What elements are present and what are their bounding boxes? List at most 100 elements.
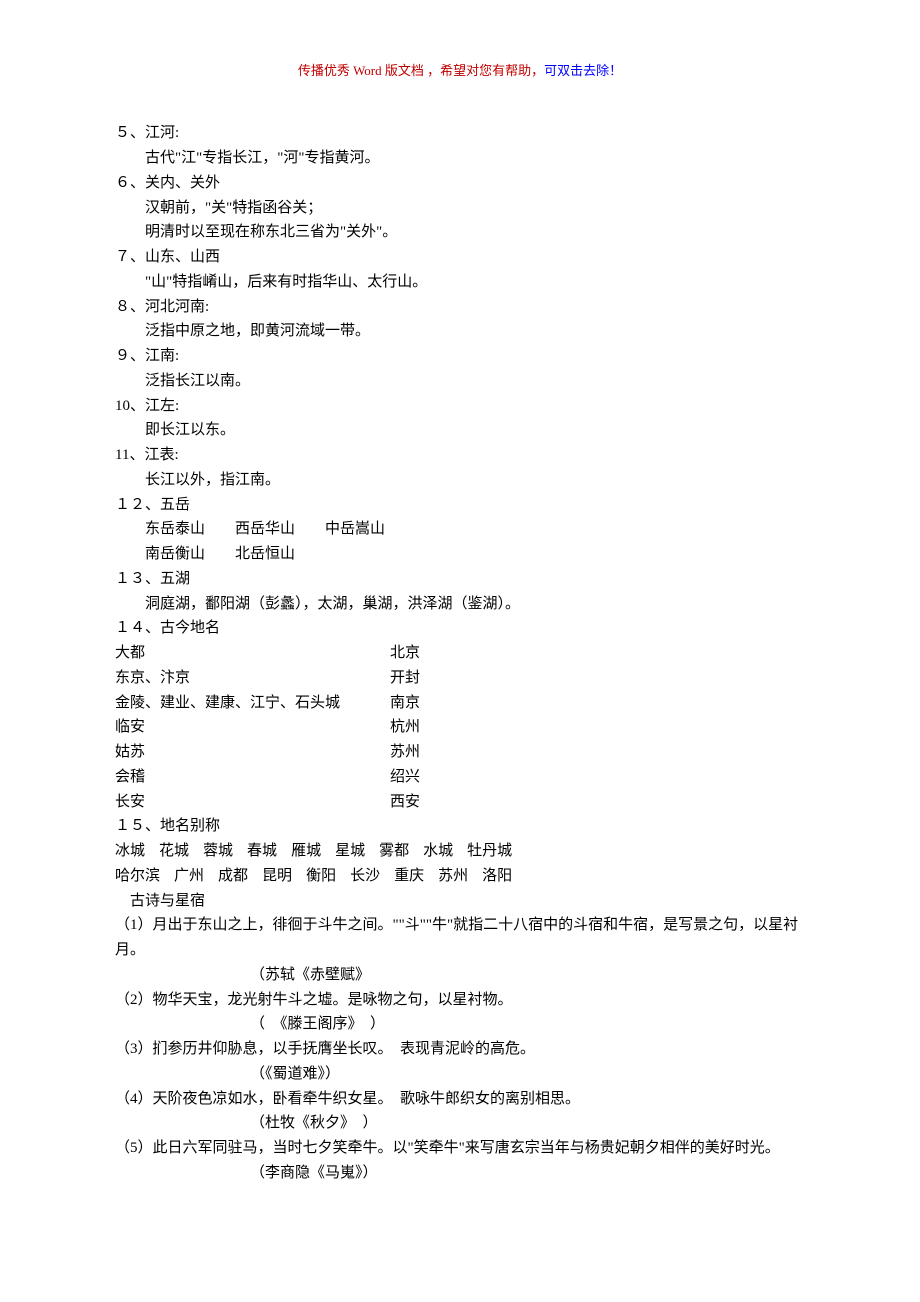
alias-city: 洛阳: [482, 864, 512, 889]
entry-title: 江表:: [144, 443, 178, 468]
poem-source: （李商隐《马嵬》）: [115, 1161, 805, 1186]
place-row: 会稽绍兴: [115, 765, 805, 790]
page-header: 传播优秀 Word 版文档 ，希望对您有帮助，可双击去除！: [115, 60, 805, 81]
entry-7: ７、山东、山西 "山"特指崤山，后来有时指华山、太行山。: [115, 245, 805, 295]
entry-title: 关内、关外: [145, 171, 220, 196]
entry-line: 泛指长江以南。: [115, 369, 805, 394]
entry-14: １４、古今地名: [115, 616, 805, 641]
poem-entry: （2）物华天宝，龙光射牛斗之墟。是咏物之句，以星衬物。: [115, 988, 805, 1013]
alias-city: 长沙: [350, 864, 380, 889]
poem-source: （《蜀道难》）: [115, 1062, 805, 1087]
header-text-1: 传播优秀 Word 版文档 ，希望对您有帮助，: [298, 63, 544, 78]
entry-title: 江左:: [145, 394, 179, 419]
place-row: 长安西安: [115, 790, 805, 815]
entry-title: 江南:: [145, 344, 179, 369]
entry-line: "山"特指崤山，后来有时指华山、太行山。: [115, 270, 805, 295]
place-new: 南京: [390, 691, 420, 716]
alias-city: 重庆: [394, 864, 424, 889]
alias-city: 广州: [174, 864, 204, 889]
poem-source: （苏轼《赤壁赋》: [115, 963, 805, 988]
entry-line: 即长江以东。: [115, 418, 805, 443]
place-new: 苏州: [390, 740, 420, 765]
entry-5: ５、江河: 古代"江"专指长江，"河"专指黄河。: [115, 121, 805, 171]
entry-number: 10、: [115, 394, 145, 419]
document-page: 传播优秀 Word 版文档 ，希望对您有帮助，可双击去除！ ５、江河: 古代"江…: [0, 0, 920, 1302]
poem-entry: （5）此日六军同驻马，当时七夕笑牵牛。以"笑牵牛"来写唐玄宗当年与杨贵妃朝夕相伴…: [115, 1136, 805, 1161]
place-old: 长安: [115, 790, 390, 815]
alias-name: 星城: [335, 839, 365, 864]
alias-city: 哈尔滨: [115, 864, 160, 889]
entry-13: １３、五湖 洞庭湖，鄱阳湖（彭蠡），太湖，巢湖，洪泽湖（鉴湖）。: [115, 567, 805, 617]
entry-line: 古代"江"专指长江，"河"专指黄河。: [115, 146, 805, 171]
entry-number: １３、: [115, 567, 160, 592]
entry-title: 五湖: [160, 567, 190, 592]
entry-9: ９、江南: 泛指长江以南。: [115, 344, 805, 394]
entry-number: ９、: [115, 344, 145, 369]
entry-title: 古今地名: [160, 616, 220, 641]
place-row: 大都北京: [115, 641, 805, 666]
poem-heading: 古诗与星宿: [115, 889, 805, 914]
alias-name: 雁城: [291, 839, 321, 864]
entry-line: 泛指中原之地，即黄河流域一带。: [115, 319, 805, 344]
place-row: 临安杭州: [115, 715, 805, 740]
place-row: 金陵、建业、建康、江宁、石头城南京: [115, 691, 805, 716]
entry-line: 南岳衡山 北岳恒山: [115, 542, 805, 567]
entry-line: 东岳泰山 西岳华山 中岳嵩山: [115, 517, 805, 542]
entry-number: １４、: [115, 616, 160, 641]
alias-city: 苏州: [438, 864, 468, 889]
place-old: 姑苏: [115, 740, 390, 765]
place-row: 姑苏苏州: [115, 740, 805, 765]
alias-name: 蓉城: [203, 839, 233, 864]
place-old: 金陵、建业、建康、江宁、石头城: [115, 691, 390, 716]
entry-number: ８、: [115, 295, 145, 320]
place-new: 西安: [390, 790, 420, 815]
entry-number: １２、: [115, 493, 160, 518]
poem-entry: （1）月出于东山之上，徘徊于斗牛之间。""斗""牛"就指二十八宿中的斗宿和牛宿，…: [115, 913, 805, 963]
place-new: 开封: [390, 666, 420, 691]
alias-name: 雾都: [379, 839, 409, 864]
entry-8: ８、河北河南: 泛指中原之地，即黄河流域一带。: [115, 295, 805, 345]
alias-name: 春城: [247, 839, 277, 864]
alias-cities-row: 哈尔滨 广州 成都 昆明 衡阳 长沙 重庆 苏州 洛阳: [115, 864, 805, 889]
entry-number: ７、: [115, 245, 145, 270]
entry-number: 11、: [115, 443, 144, 468]
entry-15: １５、地名别称: [115, 814, 805, 839]
alias-name: 水城: [423, 839, 453, 864]
place-new: 绍兴: [390, 765, 420, 790]
entry-title: 地名别称: [160, 814, 220, 839]
entry-title: 山东、山西: [145, 245, 220, 270]
place-row: 东京、汴京开封: [115, 666, 805, 691]
entry-number: ５、: [115, 121, 145, 146]
entry-line: 长江以外，指江南。: [115, 468, 805, 493]
entry-title: 五岳: [160, 493, 190, 518]
entry-line: 汉朝前，"关"特指函谷关；: [115, 196, 805, 221]
entry-11: 11、江表: 长江以外，指江南。: [115, 443, 805, 493]
entry-line: 明清时以至现在称东北三省为"关外"。: [115, 220, 805, 245]
entry-title: 江河:: [145, 121, 179, 146]
alias-city: 昆明: [262, 864, 292, 889]
poem-entry: （4）天阶夜色凉如水，卧看牵牛织女星。 歌咏牛郎织女的离别相思。: [115, 1087, 805, 1112]
place-new: 北京: [390, 641, 420, 666]
alias-name: 牡丹城: [467, 839, 512, 864]
place-old: 大都: [115, 641, 390, 666]
place-old: 东京、汴京: [115, 666, 390, 691]
poem-source: （杜牧《秋夕》 ）: [115, 1111, 805, 1136]
entry-12: １２、五岳 东岳泰山 西岳华山 中岳嵩山 南岳衡山 北岳恒山: [115, 493, 805, 567]
poem-entry: （3）扪参历井仰胁息，以手抚膺坐长叹。 表现青泥岭的高危。: [115, 1037, 805, 1062]
entry-line: 洞庭湖，鄱阳湖（彭蠡），太湖，巢湖，洪泽湖（鉴湖）。: [115, 592, 805, 617]
alias-city: 衡阳: [306, 864, 336, 889]
poem-source: （ 《滕王阁序》 ）: [115, 1012, 805, 1037]
place-old: 临安: [115, 715, 390, 740]
entry-title: 河北河南:: [145, 295, 209, 320]
entry-number: １５、: [115, 814, 160, 839]
entry-6: ６、关内、关外 汉朝前，"关"特指函谷关； 明清时以至现在称东北三省为"关外"。: [115, 171, 805, 245]
alias-name: 花城: [159, 839, 189, 864]
alias-city: 成都: [218, 864, 248, 889]
alias-name: 冰城: [115, 839, 145, 864]
place-new: 杭州: [390, 715, 420, 740]
entry-10: 10、江左: 即长江以东。: [115, 394, 805, 444]
place-old: 会稽: [115, 765, 390, 790]
alias-names-row: 冰城 花城 蓉城 春城 雁城 星城 雾都 水城 牡丹城: [115, 839, 805, 864]
header-text-2: 可双击去除！: [544, 63, 622, 78]
entry-number: ６、: [115, 171, 145, 196]
